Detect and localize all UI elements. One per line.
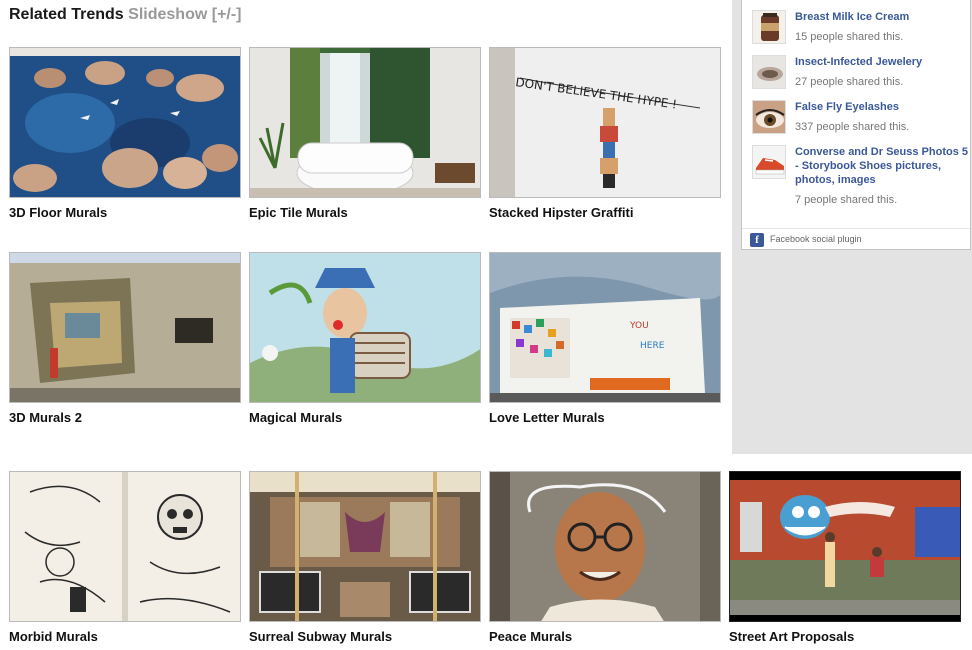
- trend-tile[interactable]: Epic Tile Murals: [249, 47, 481, 220]
- graffiti-wall-image[interactable]: DON'T BELIEVE THE HYPE !: [489, 47, 721, 198]
- tile-caption[interactable]: Surreal Subway Murals: [249, 629, 481, 644]
- building-mural-image[interactable]: [9, 252, 241, 403]
- expand-toggle[interactable]: [+/-]: [212, 6, 242, 23]
- tile-caption[interactable]: Love Letter Murals: [489, 410, 721, 425]
- trend-tile[interactable]: 3D Murals 2: [9, 252, 241, 425]
- facebook-logo-icon[interactable]: f: [750, 233, 764, 247]
- trend-tile[interactable]: Peace Murals: [489, 471, 721, 644]
- skull-mural-image[interactable]: [9, 471, 241, 622]
- trend-tile[interactable]: Morbid Murals: [9, 471, 241, 644]
- ice-cream-thumbnail[interactable]: [752, 10, 786, 44]
- street-proposal-image[interactable]: [729, 471, 961, 622]
- tile-caption[interactable]: Epic Tile Murals: [249, 205, 481, 220]
- floor-mural-image[interactable]: [9, 47, 241, 198]
- tile-caption[interactable]: Magical Murals: [249, 410, 481, 425]
- fb-item-title[interactable]: Insect-Infected Jewelery: [795, 55, 970, 69]
- section-title: Related Trends: [9, 6, 124, 23]
- fb-item-count: 7 people shared this.: [795, 194, 898, 206]
- fb-item-count: 337 people shared this.: [795, 121, 910, 133]
- fb-item-count: 15 people shared this.: [795, 31, 904, 43]
- fb-item-title[interactable]: Converse and Dr Seuss Photos 5 - Storybo…: [795, 145, 970, 187]
- subway-car-image[interactable]: [249, 471, 481, 622]
- clown-accordion-image[interactable]: [249, 252, 481, 403]
- fb-item-title[interactable]: False Fly Eyelashes: [795, 100, 970, 114]
- slideshow-link[interactable]: Slideshow: [128, 6, 207, 23]
- tile-caption[interactable]: 3D Floor Murals: [9, 205, 241, 220]
- trend-tile[interactable]: Surreal Subway Murals: [249, 471, 481, 644]
- jewelry-thumbnail[interactable]: [752, 55, 786, 89]
- svg-text:YOU: YOU: [629, 321, 649, 331]
- trend-tile[interactable]: DON'T BELIEVE THE HYPE ! Stacked Hipster…: [489, 47, 721, 220]
- facebook-activity-box: Breast Milk Ice Cream 15 people shared t…: [741, 0, 971, 250]
- tile-caption[interactable]: Stacked Hipster Graffiti: [489, 205, 721, 220]
- trend-tile[interactable]: Street Art Proposals: [729, 471, 961, 644]
- fb-item-title[interactable]: Breast Milk Ice Cream: [795, 10, 970, 24]
- eye-thumbnail[interactable]: [752, 100, 786, 134]
- gandhi-mural-image[interactable]: [489, 471, 721, 622]
- fb-item-count: 27 people shared this.: [795, 76, 904, 88]
- trend-tile[interactable]: 3D Floor Murals: [9, 47, 241, 220]
- section-header: Related Trends Slideshow [+/-]: [9, 6, 242, 24]
- bathroom-waterfall-image[interactable]: [249, 47, 481, 198]
- trend-tile[interactable]: Magical Murals: [249, 252, 481, 425]
- tile-caption[interactable]: Peace Murals: [489, 629, 721, 644]
- trend-tile[interactable]: YOU HERE Love Letter Murals: [489, 252, 721, 425]
- fb-footer-text[interactable]: Facebook social plugin: [770, 234, 862, 244]
- shoe-thumbnail[interactable]: [752, 145, 786, 179]
- tile-caption[interactable]: 3D Murals 2: [9, 410, 241, 425]
- tile-caption[interactable]: Morbid Murals: [9, 629, 241, 644]
- letter-wall-image[interactable]: YOU HERE: [489, 252, 721, 403]
- fb-plugin-footer: f Facebook social plugin: [742, 228, 970, 249]
- svg-text:HERE: HERE: [640, 341, 665, 351]
- tile-caption[interactable]: Street Art Proposals: [729, 629, 961, 644]
